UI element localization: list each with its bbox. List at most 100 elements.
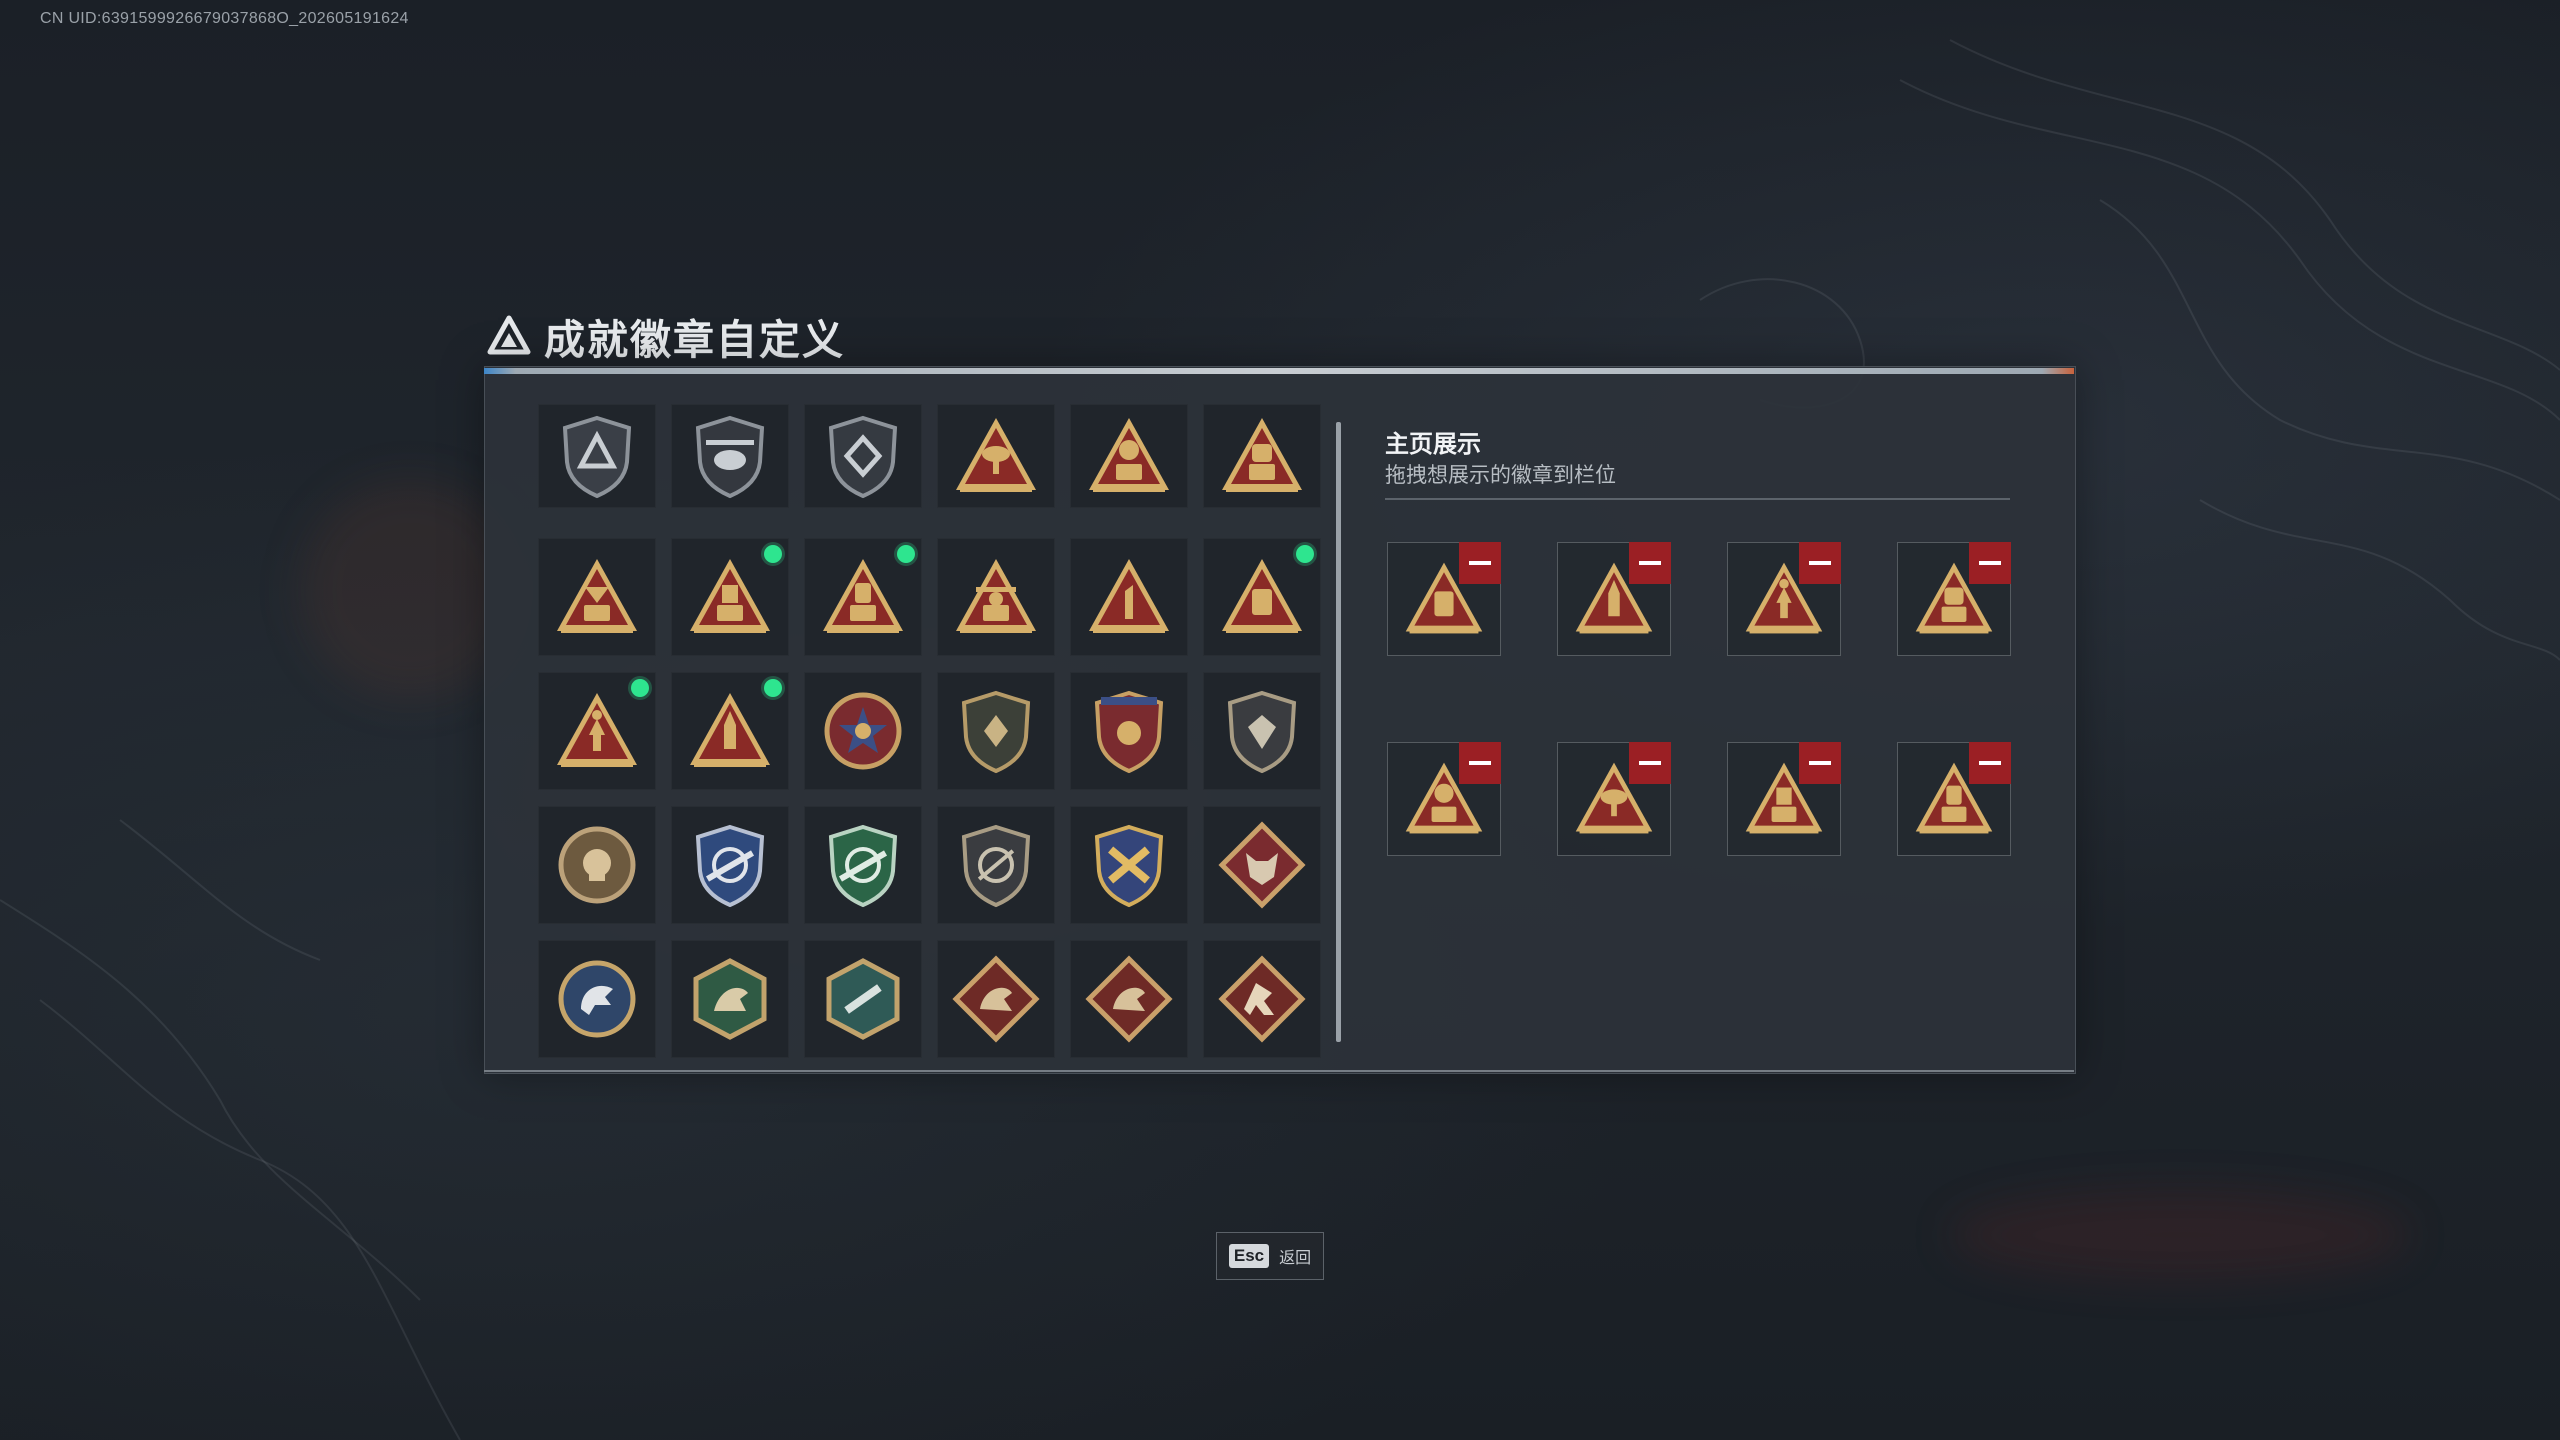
back-label: 返回 xyxy=(1279,1250,1312,1267)
minus-icon xyxy=(1469,561,1491,565)
remove-badge-button[interactable] xyxy=(1799,742,1841,784)
radar-dish-triangle-badge-icon xyxy=(956,418,1036,492)
blue-rifle-shield-badge-icon xyxy=(695,824,765,908)
minus-icon xyxy=(1469,761,1491,765)
page-title: 成就徽章自定义 xyxy=(544,317,845,363)
badge-cell[interactable] xyxy=(937,672,1055,790)
remove-badge-button[interactable] xyxy=(1969,742,2011,784)
pack-triangle-badge-icon xyxy=(1222,559,1302,633)
badge-cell[interactable] xyxy=(538,538,656,656)
badge-grid-scrollbar[interactable] xyxy=(1336,422,1341,1042)
green-rifle-shield-badge-icon xyxy=(828,824,898,908)
badge-cell[interactable] xyxy=(1203,672,1321,790)
helicopter-badge-icon xyxy=(695,415,765,499)
showcase-slot[interactable] xyxy=(1727,742,1841,856)
minus-icon xyxy=(1809,761,1831,765)
badge-cell[interactable] xyxy=(1070,538,1188,656)
new-badge-dot xyxy=(631,679,649,697)
s6-triangle-badge-icon xyxy=(557,559,637,633)
wolf-diamond-badge-icon xyxy=(1218,821,1306,909)
s7-triangle-badge-icon xyxy=(690,559,770,633)
badge-cell[interactable] xyxy=(1070,404,1188,508)
panel-accent-line xyxy=(484,368,2074,374)
remove-badge-button[interactable] xyxy=(1629,742,1671,784)
badge-cell[interactable] xyxy=(1070,672,1188,790)
remove-badge-button[interactable] xyxy=(1459,742,1501,784)
badge-cell[interactable] xyxy=(1070,940,1188,1058)
new-badge-dot xyxy=(764,545,782,563)
showcase-slot[interactable] xyxy=(1897,542,2011,656)
dragon-hexagon-badge-icon xyxy=(693,958,767,1040)
minus-icon xyxy=(1979,761,2001,765)
remove-badge-button[interactable] xyxy=(1629,542,1671,584)
dragon-diamond-badge-icon xyxy=(1085,955,1173,1043)
showcase-slot[interactable] xyxy=(1387,742,1501,856)
new-badge-dot xyxy=(897,545,915,563)
badge-cell[interactable] xyxy=(1203,404,1321,508)
showcase-slot[interactable] xyxy=(1897,742,2011,856)
badge-cell[interactable] xyxy=(538,940,656,1058)
new-badge-dot xyxy=(764,679,782,697)
skull-round-badge-icon xyxy=(558,826,636,904)
diamond-shield-badge-icon xyxy=(828,415,898,499)
minus-icon xyxy=(1979,561,2001,565)
number-one-triangle-badge-icon xyxy=(1089,559,1169,633)
minus-icon xyxy=(1639,561,1661,565)
badge-cell[interactable] xyxy=(937,940,1055,1058)
badge-cell[interactable] xyxy=(804,404,922,508)
showcase-divider xyxy=(1385,498,2010,500)
badge-cell[interactable] xyxy=(804,940,922,1058)
rocket-triangle-badge-icon xyxy=(690,693,770,767)
badge-cell[interactable] xyxy=(538,672,656,790)
showcase-subtitle: 拖拽想展示的徽章到栏位 xyxy=(1385,464,1616,487)
showcase-slot[interactable] xyxy=(1387,542,1501,656)
showcase-slot[interactable] xyxy=(1727,542,1841,656)
panel-bottom-line xyxy=(484,1070,2074,1072)
badge-cell[interactable] xyxy=(1203,806,1321,924)
badge-cell[interactable] xyxy=(671,538,789,656)
s4-triangle-badge-icon xyxy=(1089,418,1169,492)
uid-label: CN UID:6391599926679037868O_202605191624 xyxy=(40,10,409,27)
eagle-round-badge-icon xyxy=(558,960,636,1038)
remove-badge-button[interactable] xyxy=(1969,542,2011,584)
showcase-slot[interactable] xyxy=(1557,542,1671,656)
triangle-logo-icon xyxy=(487,315,531,355)
showcase-slot[interactable] xyxy=(1557,742,1671,856)
badge-cell[interactable] xyxy=(804,538,922,656)
showcase-title: 主页展示 xyxy=(1385,431,1481,458)
page-title-bar: 成就徽章自定义 xyxy=(486,306,845,366)
s8-triangle-badge-icon xyxy=(823,559,903,633)
missile-hexagon-badge-icon xyxy=(826,958,900,1040)
minus-icon xyxy=(1809,561,1831,565)
badge-cell[interactable] xyxy=(937,538,1055,656)
badge-cell[interactable] xyxy=(937,806,1055,924)
badge-cell[interactable] xyxy=(671,672,789,790)
star-crest-badge-icon xyxy=(1094,690,1164,774)
badge-cell[interactable] xyxy=(804,672,922,790)
background-glow xyxy=(1950,1190,2410,1280)
badge-cell[interactable] xyxy=(804,806,922,924)
remove-badge-button[interactable] xyxy=(1459,542,1501,584)
star-medal-badge-icon xyxy=(824,692,902,770)
badge-cell[interactable] xyxy=(1070,806,1188,924)
badge-cell[interactable] xyxy=(671,404,789,508)
badge-cell[interactable] xyxy=(937,404,1055,508)
back-button[interactable]: Esc 返回 xyxy=(1216,1232,1324,1280)
badge-cell[interactable] xyxy=(671,940,789,1058)
soldiers-triangle-badge-icon xyxy=(557,693,637,767)
dragon-diamond-badge-icon xyxy=(952,955,1040,1043)
minus-icon xyxy=(1639,761,1661,765)
shield-triangle-badge-icon xyxy=(562,415,632,499)
badge-cell[interactable] xyxy=(1203,940,1321,1058)
sniper-shield-badge-icon xyxy=(961,824,1031,908)
badge-cell[interactable] xyxy=(538,806,656,924)
new-badge-dot xyxy=(1296,545,1314,563)
s5-bag-triangle-badge-icon xyxy=(1222,418,1302,492)
remove-badge-button[interactable] xyxy=(1799,542,1841,584)
gem-shield-badge-icon xyxy=(1227,690,1297,774)
esc-key-hint: Esc xyxy=(1228,1244,1270,1268)
badge-cell[interactable] xyxy=(671,806,789,924)
gold-wrench-shield-badge-icon xyxy=(1094,824,1164,908)
badge-cell[interactable] xyxy=(538,404,656,508)
badge-cell[interactable] xyxy=(1203,538,1321,656)
